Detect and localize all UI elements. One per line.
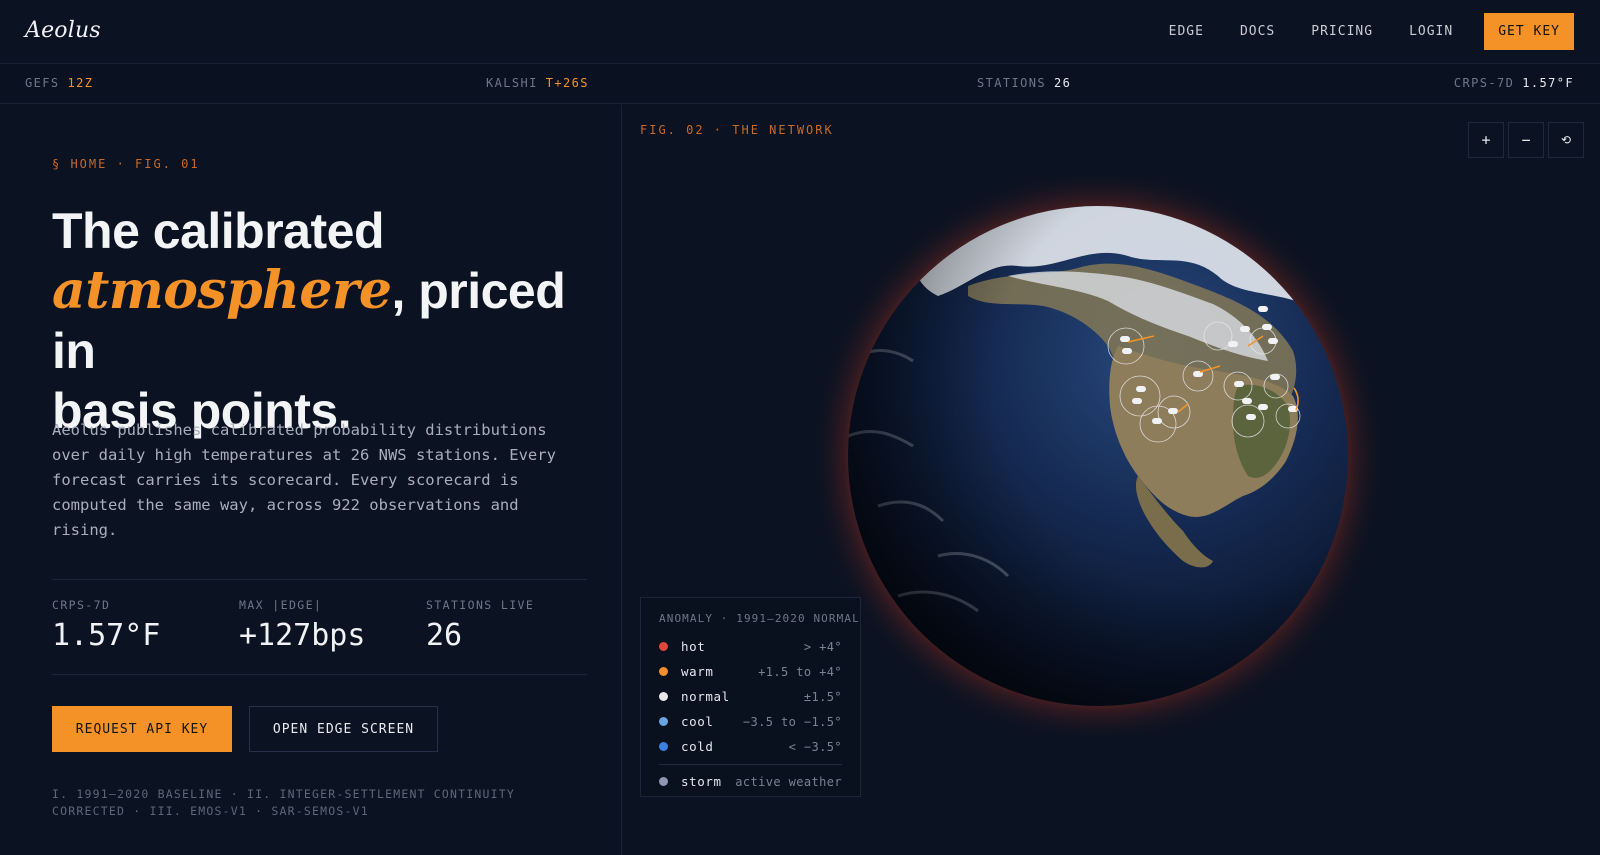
- stat-value: +127bps: [239, 618, 366, 653]
- status-ticker: GEFS 12Z KALSHI T+26S STATIONS 26 CRPS-7D 1.…: [0, 64, 1600, 104]
- get-key-button[interactable]: GET KEY: [1484, 13, 1574, 50]
- nav-links: EDGE DOCS PRICING LOGIN GET KEY: [1133, 13, 1574, 50]
- ticker-gefs: GEFS 12Z: [25, 76, 93, 90]
- storm-dot-icon: [659, 777, 668, 786]
- stat-stations-live: STATIONS LIVE 26: [426, 598, 534, 653]
- normal-dot-icon: [659, 692, 668, 701]
- station-pin[interactable]: [1268, 338, 1278, 344]
- cold-dot-icon: [659, 742, 668, 751]
- stat-label: CRPS-7D: [52, 598, 111, 612]
- zoom-out-icon[interactable]: −: [1508, 122, 1544, 158]
- network-map-panel: FIG. 02 · THE NETWORK + − ⟲ ANOMALY · 19…: [623, 105, 1600, 855]
- ticker-label: STATIONS: [977, 76, 1046, 90]
- legend-range: ±1.5°: [803, 689, 842, 704]
- stats-row: CRPS-7D 1.57°F MAX |EDGE| +127bps STATIO…: [52, 579, 587, 675]
- legend-range: active weather: [735, 774, 842, 789]
- zoom-in-icon[interactable]: +: [1468, 122, 1504, 158]
- anomaly-legend: ANOMALY · 1991–2020 NORMAL hot > +4° war…: [640, 597, 861, 797]
- globe[interactable]: [808, 166, 1388, 746]
- hot-dot-icon: [659, 642, 668, 651]
- legend-title: ANOMALY · 1991–2020 NORMAL: [659, 612, 860, 625]
- logo[interactable]: Aeolus: [25, 18, 101, 43]
- legend-row-storm: storm active weather: [659, 769, 842, 794]
- map-controls: + − ⟲: [1464, 122, 1584, 158]
- station-pin[interactable]: [1234, 381, 1244, 387]
- page-title: The calibrated atmosphere, priced in bas…: [52, 201, 592, 441]
- legend-row-cold: cold < −3.5°: [659, 734, 842, 759]
- warm-dot-icon: [659, 667, 668, 676]
- ticker-label: KALSHI: [486, 76, 538, 90]
- stat-label: STATIONS LIVE: [426, 598, 535, 612]
- station-pin[interactable]: [1122, 348, 1132, 354]
- hero-section: § HOME · FIG. 01 The calibrated atmosphe…: [0, 105, 622, 855]
- stat-value: 1.57°F: [52, 618, 161, 653]
- legend-row-normal: normal ±1.5°: [659, 684, 842, 709]
- legend-name: hot: [681, 639, 706, 654]
- open-edge-screen-button[interactable]: OPEN EDGE SCREEN: [249, 706, 438, 752]
- legend-divider: [659, 764, 842, 765]
- request-api-key-button[interactable]: REQUEST API KEY: [52, 706, 232, 752]
- legend-name: warm: [681, 664, 714, 679]
- legend-range: > +4°: [803, 639, 842, 654]
- reset-icon[interactable]: ⟲: [1548, 122, 1584, 158]
- stat-value: 26: [426, 618, 463, 653]
- nav-link-docs[interactable]: DOCS: [1240, 24, 1275, 39]
- headline-accent: atmosphere: [52, 260, 392, 321]
- globe-svg: [808, 166, 1388, 746]
- ticker-value: 12Z: [67, 76, 94, 90]
- headline-line1: The calibrated: [52, 203, 385, 259]
- nav-link-pricing[interactable]: PRICING: [1311, 24, 1373, 39]
- legend-name: storm: [681, 774, 722, 789]
- lede-paragraph: Aeolus publishes calibrated probability …: [52, 421, 556, 539]
- ticker-stations: STATIONS 26: [977, 76, 1071, 90]
- station-pin[interactable]: [1228, 341, 1238, 347]
- fig-label: FIG. 02 · THE NETWORK: [640, 123, 834, 137]
- legend-name: cool: [681, 714, 714, 729]
- stat-max-edge: MAX |EDGE| +127bps: [239, 598, 365, 653]
- ticker-label: CRPS-7D: [1453, 76, 1515, 90]
- station-pin[interactable]: [1262, 324, 1272, 330]
- legend-name: normal: [681, 689, 730, 704]
- legend-row-hot: hot > +4°: [659, 634, 842, 659]
- eyebrow: § HOME · FIG. 01: [52, 157, 200, 171]
- ticker-value: 26: [1054, 76, 1072, 90]
- legend-range: < −3.5°: [788, 739, 842, 754]
- ticker-value: 1.57°F: [1522, 76, 1574, 90]
- station-pin[interactable]: [1242, 398, 1252, 404]
- stat-crps: CRPS-7D 1.57°F: [52, 598, 160, 653]
- stat-label: MAX |EDGE|: [239, 598, 323, 612]
- nav-link-login[interactable]: LOGIN: [1409, 24, 1453, 39]
- ticker-label: GEFS: [25, 76, 60, 90]
- station-pin[interactable]: [1152, 418, 1162, 424]
- station-pin[interactable]: [1240, 326, 1250, 332]
- station-pin[interactable]: [1132, 398, 1142, 404]
- legend-name: cold: [681, 739, 714, 754]
- ticker-crps: CRPS-7D 1.57°F: [1454, 76, 1574, 90]
- ticker-kalshi: KALSHI T+26S: [486, 76, 589, 90]
- station-pin[interactable]: [1246, 414, 1256, 420]
- legend-range: +1.5 to +4°: [758, 664, 842, 679]
- station-pin[interactable]: [1168, 408, 1178, 414]
- top-nav: Aeolus EDGE DOCS PRICING LOGIN GET KEY: [0, 0, 1600, 64]
- station-pin[interactable]: [1258, 306, 1268, 312]
- cool-dot-icon: [659, 717, 668, 726]
- footnote: I. 1991–2020 BASELINE · II. INTEGER-SETT…: [52, 787, 516, 818]
- globe-shade: [848, 206, 1348, 706]
- legend-row-warm: warm +1.5 to +4°: [659, 659, 842, 684]
- station-pin[interactable]: [1258, 404, 1268, 410]
- ticker-value: T+26S: [545, 76, 589, 90]
- station-pin[interactable]: [1136, 386, 1146, 392]
- nav-link-edge[interactable]: EDGE: [1169, 24, 1204, 39]
- station-pin[interactable]: [1270, 374, 1280, 380]
- legend-range: −3.5 to −1.5°: [742, 714, 842, 729]
- legend-row-cool: cool −3.5 to −1.5°: [659, 709, 842, 734]
